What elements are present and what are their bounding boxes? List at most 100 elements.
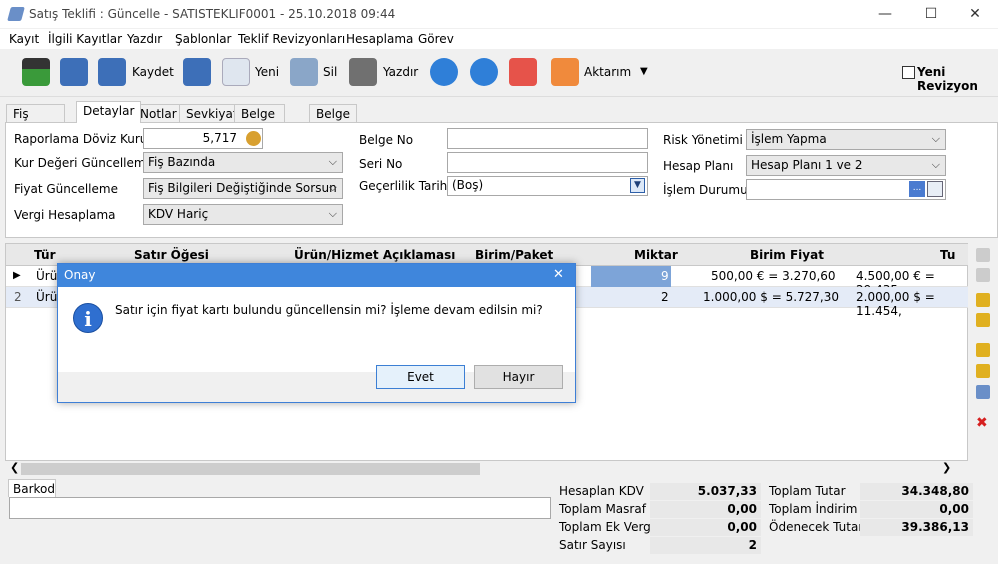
tab-belge-dovizi[interactable]: Belge Dövizi: [234, 104, 285, 135]
price-update-label: Fiyat Güncelleme: [14, 182, 118, 196]
rate-label: Raporlama Döviz Kuru: [14, 132, 148, 146]
row-qty: 9: [661, 269, 669, 283]
row-unit-price[interactable]: 500,00 € = 3.270,60: [711, 269, 836, 283]
minimize-button[interactable]: —: [862, 0, 908, 28]
dialog-message: Satır için fiyat kartı bulundu güncellen…: [115, 303, 543, 317]
new-button[interactable]: Yeni: [255, 65, 279, 79]
title-bar: Satış Teklifi : Güncelle - SATISTEKLIF00…: [0, 0, 998, 28]
row-unit-price[interactable]: 1.000,00 $ = 5.727,30: [703, 290, 839, 304]
print-button[interactable]: Yazdır: [383, 65, 418, 79]
price-update-select[interactable]: Fiş Bilgileri Değiştiğinde Sorsun ⌵: [143, 178, 343, 199]
barcode-input[interactable]: [9, 497, 551, 519]
dialog-body: i Satır için fiyat kartı bulundu güncell…: [58, 287, 575, 372]
currency-calc-icon[interactable]: [246, 131, 261, 146]
rate-input[interactable]: 5,717: [143, 128, 263, 149]
row-count-label: Satır Sayısı: [559, 538, 626, 552]
row-total[interactable]: 2.000,00 $ = 11.454,: [856, 290, 969, 318]
no-button[interactable]: Hayır: [474, 365, 563, 389]
grid-side-toolbar: ✖: [968, 243, 998, 461]
move-down-icon[interactable]: [976, 293, 990, 307]
menu-yazdir[interactable]: Yazdır: [127, 32, 162, 46]
risk-label: Risk Yönetimi: [663, 133, 743, 147]
close-button[interactable]: ✕: [952, 0, 998, 28]
save-button[interactable]: Kaydet: [132, 65, 174, 79]
total-value: 34.348,80: [860, 483, 973, 500]
transfer-button[interactable]: Aktarım: [584, 65, 631, 79]
arrow-down-icon[interactable]: [470, 58, 498, 86]
chevron-down-icon: ⌵: [931, 132, 940, 145]
validity-value: (Boş): [452, 178, 484, 192]
menu-sablonlar[interactable]: Şablonlar: [175, 32, 232, 46]
save-refresh-icon[interactable]: [60, 58, 88, 86]
tax-select[interactable]: KDV Hariç ⌵: [143, 204, 343, 225]
menu-teklif-revizyonlari[interactable]: Teklif Revizyonları: [238, 32, 345, 46]
move-top-icon[interactable]: [976, 248, 990, 262]
barcode-tab[interactable]: Barkod: [8, 479, 56, 497]
col-unit-price[interactable]: Birim Fiyat: [750, 248, 824, 262]
scroll-right-icon[interactable]: ❯: [942, 461, 951, 474]
scroll-left-icon[interactable]: ❮: [10, 461, 19, 474]
serial-input[interactable]: [447, 152, 648, 173]
tab-detaylar[interactable]: Detaylar: [76, 101, 142, 123]
delete-button[interactable]: Sil: [323, 65, 337, 79]
save-new-icon[interactable]: [183, 58, 211, 86]
status-input[interactable]: ...: [746, 179, 946, 200]
info-icon: i: [73, 303, 103, 333]
chevron-down-icon: ⌵: [328, 155, 337, 168]
delete-row-icon[interactable]: ✖: [976, 415, 988, 431]
chevron-down-icon: ⌵: [931, 158, 940, 171]
risk-select[interactable]: İşlem Yapma ⌵: [746, 129, 946, 150]
calendar-dropdown-icon[interactable]: ▼: [630, 178, 645, 193]
row-qty[interactable]: 2: [661, 290, 669, 304]
horizontal-scrollbar[interactable]: ❮ ❯: [5, 461, 968, 477]
move-up-icon[interactable]: [976, 268, 990, 282]
serial-label: Seri No: [359, 157, 403, 171]
tab-belge[interactable]: Belge: [309, 104, 357, 123]
ellipsis-icon[interactable]: ...: [909, 181, 925, 197]
menu-bar: Kayıt İlgili Kayıtlar Yazdır Şablonlar T…: [0, 29, 998, 49]
col-unit[interactable]: Birim/Paket: [475, 248, 553, 262]
copy-row-icon[interactable]: [976, 364, 990, 378]
col-quantity[interactable]: Miktar: [634, 248, 678, 262]
delete-icon[interactable]: [290, 58, 318, 86]
new-revision-checkbox[interactable]: [902, 66, 915, 79]
validity-date-input[interactable]: (Boş) ▼: [447, 176, 648, 196]
move-bottom-icon[interactable]: [976, 313, 990, 327]
account-select[interactable]: Hesap Planı 1 ve 2 ⌵: [746, 155, 946, 176]
dialog-close-button[interactable]: ✕: [553, 267, 564, 282]
tab-fis-bilgileri[interactable]: Fiş Bilgileri: [6, 104, 65, 135]
extra-tax-value: 0,00: [650, 519, 761, 536]
new-cursor-icon[interactable]: [22, 58, 50, 86]
qty-cell[interactable]: [591, 266, 671, 287]
rate-update-select[interactable]: Fiş Bazında ⌵: [143, 152, 343, 173]
printer-icon[interactable]: [349, 58, 377, 86]
yes-button[interactable]: Evet: [376, 365, 465, 389]
insert-row-icon[interactable]: [976, 343, 990, 357]
approve-icon[interactable]: [509, 58, 537, 86]
doc-no-input[interactable]: [447, 128, 648, 149]
col-line-item[interactable]: Satır Öğesi: [134, 248, 209, 262]
save-icon[interactable]: [98, 58, 126, 86]
menu-kayit[interactable]: Kayıt: [9, 32, 39, 46]
table-icon[interactable]: [927, 181, 943, 197]
menu-ilgili-kayitlar[interactable]: İlgili Kayıtlar: [48, 32, 122, 46]
scroll-thumb[interactable]: [21, 463, 480, 475]
kdv-value: 5.037,33: [650, 483, 761, 500]
payable-value: 39.386,13: [860, 519, 973, 536]
col-total[interactable]: Tu: [940, 248, 955, 262]
arrow-up-icon[interactable]: [430, 58, 458, 86]
chevron-down-icon[interactable]: ▼: [640, 66, 648, 77]
split-row-icon[interactable]: [976, 385, 990, 399]
menu-hesaplama[interactable]: Hesaplama: [346, 32, 413, 46]
validity-label: Geçerlilik Tarihi: [359, 179, 451, 193]
rate-value: 5,717: [202, 131, 237, 145]
new-document-icon[interactable]: [222, 58, 250, 86]
transfer-icon[interactable]: [551, 58, 579, 86]
row-marker: ▶: [13, 270, 21, 281]
payable-label: Ödenecek Tutar: [769, 520, 864, 534]
col-description[interactable]: Ürün/Hizmet Açıklaması: [294, 248, 455, 262]
maximize-button[interactable]: ☐: [908, 0, 954, 28]
menu-gorev[interactable]: Görev: [418, 32, 454, 46]
total-label: Toplam Tutar: [769, 484, 846, 498]
col-type[interactable]: Tür: [34, 248, 56, 262]
